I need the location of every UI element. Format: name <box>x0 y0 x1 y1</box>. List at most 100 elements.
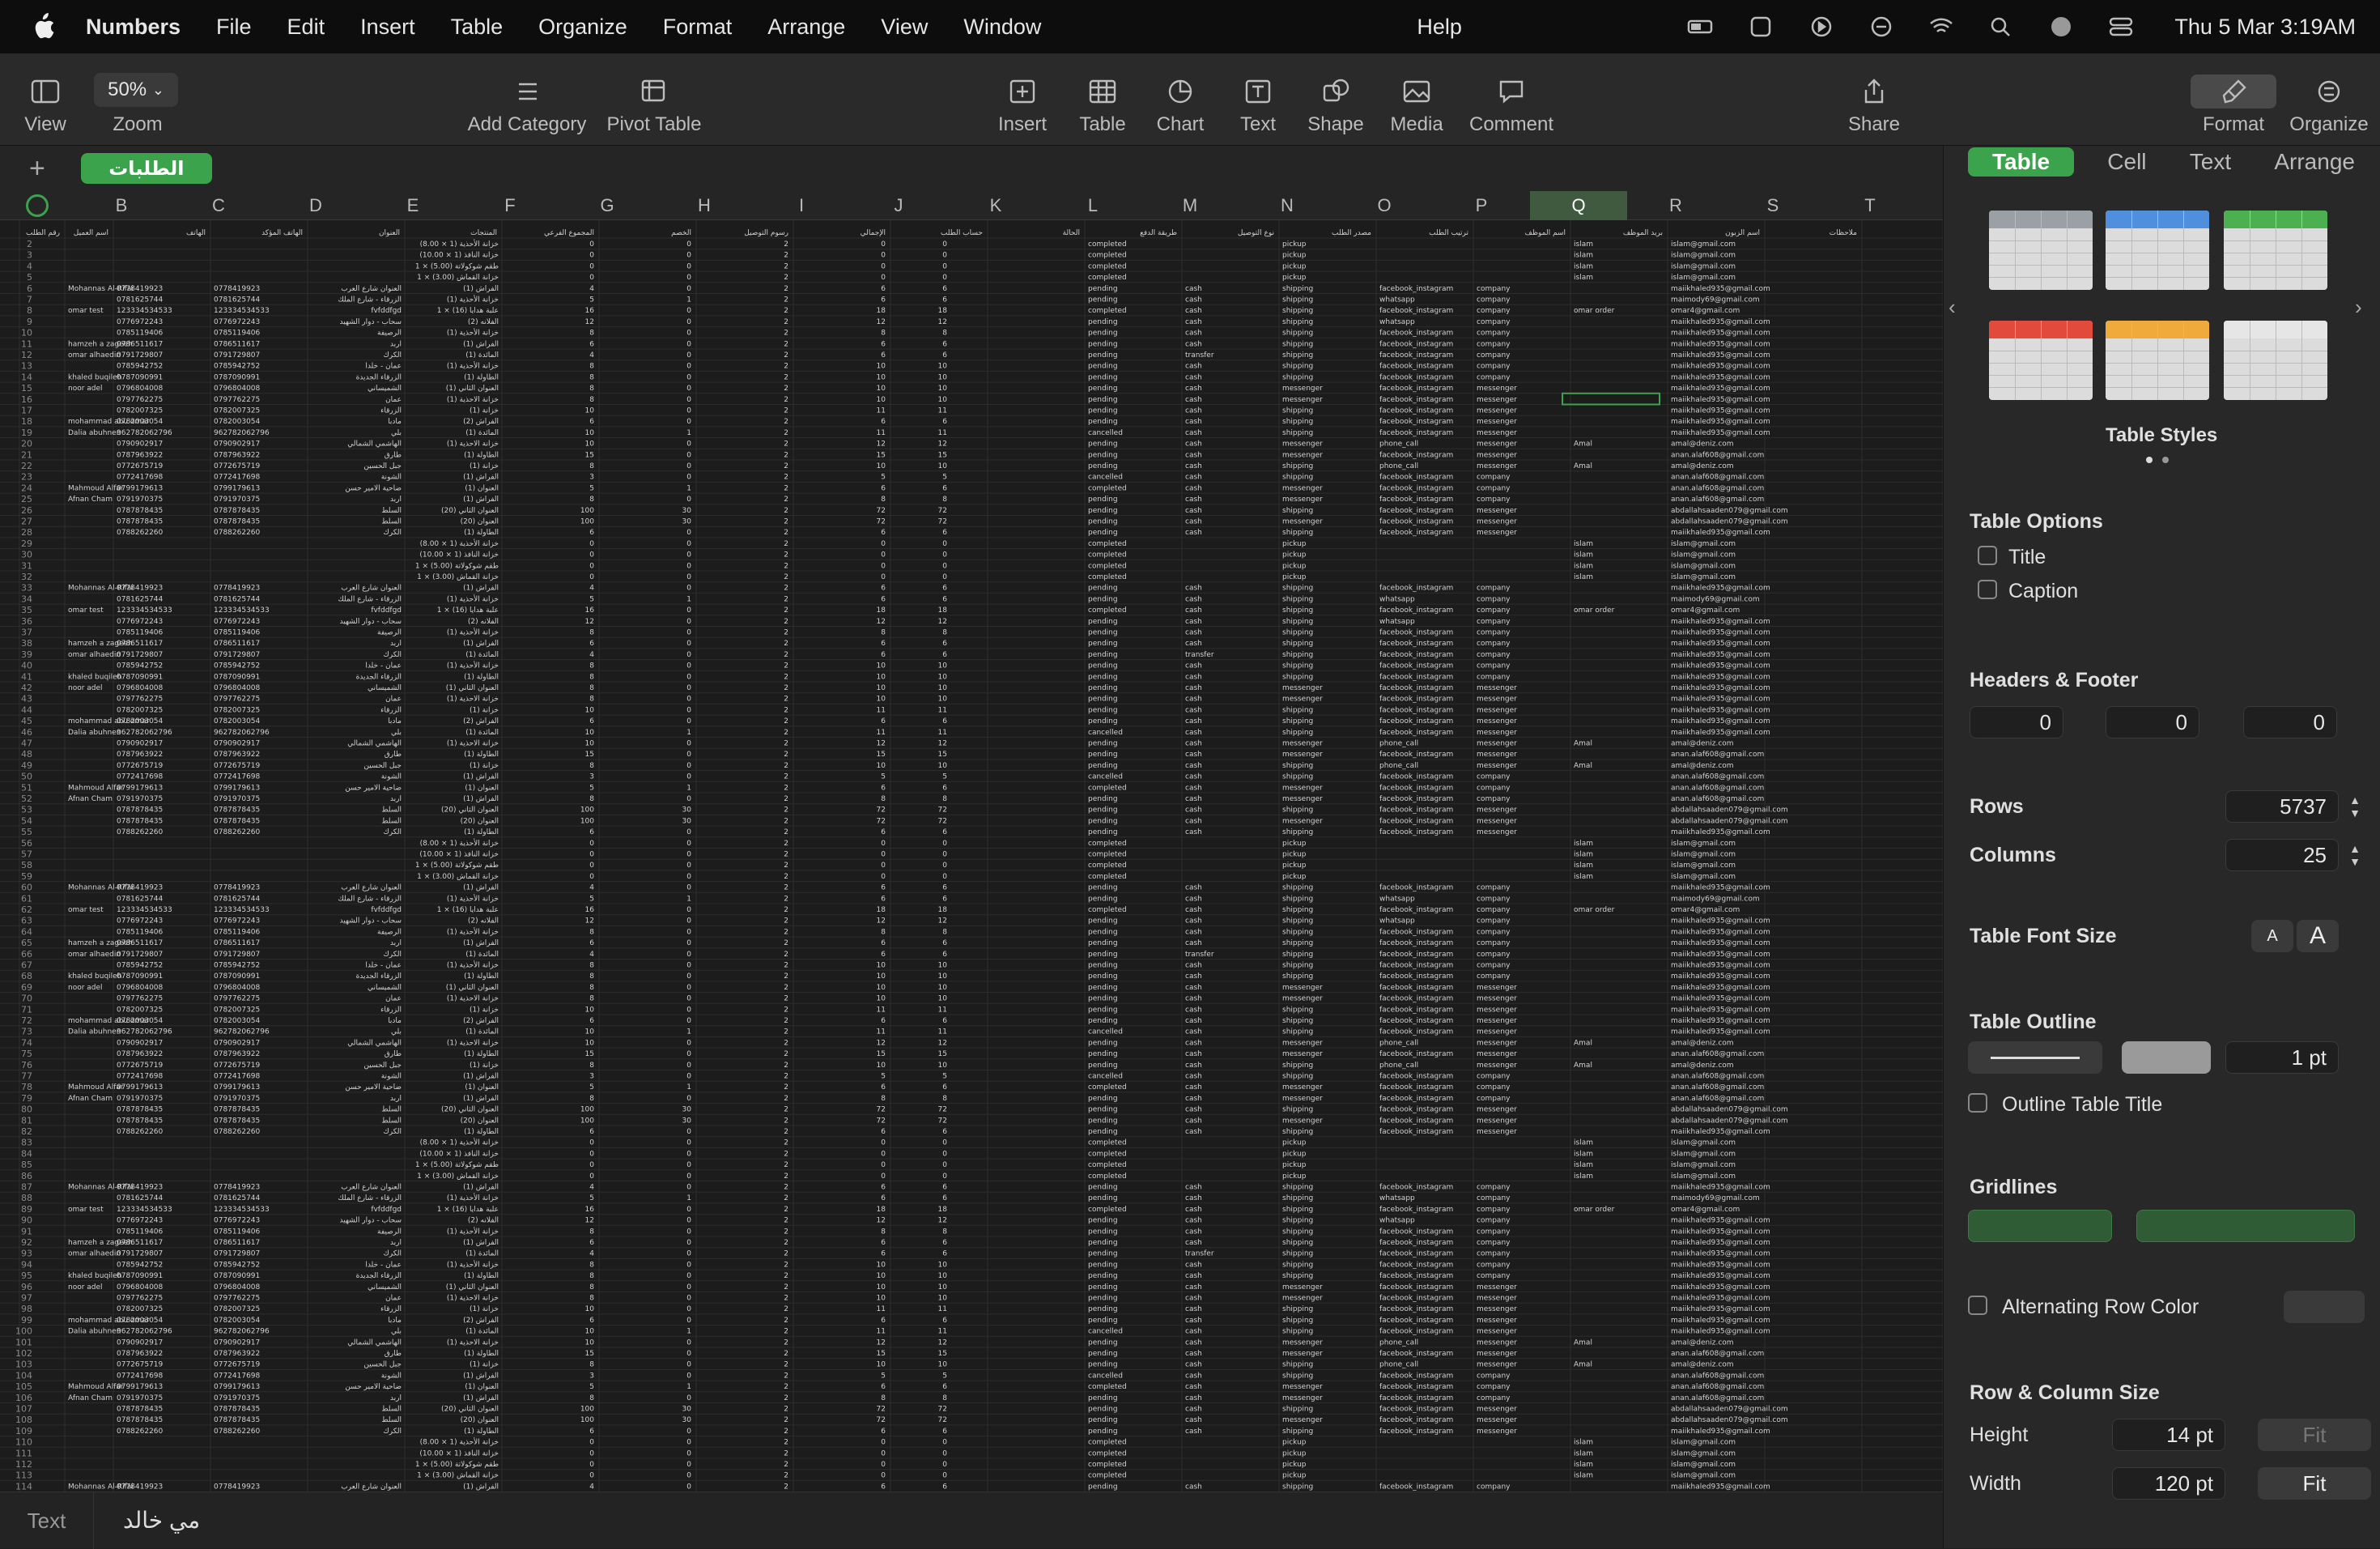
table-row[interactable]: 96 noor adel 0796804008 0796804008 الشميساني… <box>21 1282 1770 1292</box>
table-cell[interactable]: anan.alaf608@gmail.com <box>1671 1083 1764 1092</box>
table-cell[interactable]: العنوان الثاني (20) <box>441 1406 499 1414</box>
table-cell[interactable]: company <box>1477 363 1511 371</box>
row-number[interactable]: 21 <box>21 449 32 460</box>
table-row[interactable]: 41 × طقم شوكولاتة (5.00) 0 0 2 0 0 completed pi… <box>27 261 1736 271</box>
table-row[interactable]: 56 خزانة الأحذية (1 × 8.00) 0 0 2 0 0 completed… <box>21 838 1736 849</box>
table-cell[interactable]: 8 <box>589 696 594 704</box>
table-cell[interactable]: cash <box>1185 373 1202 381</box>
table-cell[interactable]: 2 <box>784 1083 788 1092</box>
table-row[interactable]: 113 1 × خزانة القماش (3.00) 0 0 2 0 0 completed… <box>15 1470 1736 1481</box>
table-cell[interactable]: messenger <box>1477 1006 1517 1014</box>
table-cell[interactable]: 0 <box>686 795 691 803</box>
row-number[interactable]: 32 <box>21 572 32 582</box>
table-cell[interactable]: cash <box>1185 363 1202 371</box>
table-cell[interactable]: الرصيفة <box>377 928 402 936</box>
table-cell[interactable]: 72 <box>877 507 886 515</box>
table-cell[interactable]: amal@deniz.com <box>1671 1062 1734 1070</box>
table-cell[interactable]: 0 <box>881 873 886 881</box>
table-cell[interactable]: 12 <box>938 440 947 449</box>
table-cell[interactable]: 0 <box>942 851 947 859</box>
table-cell[interactable]: anan.alaf608@gmail.com <box>1671 795 1764 803</box>
table-cell[interactable]: Afnan Cham <box>68 1095 113 1103</box>
table-cell[interactable]: shipping <box>1282 662 1313 670</box>
table-cell[interactable]: maiikhaled935@gmail.com <box>1671 385 1770 393</box>
table-cell[interactable]: الكرك <box>383 1250 402 1258</box>
table-cell[interactable]: 0776972243 <box>117 318 163 326</box>
menu-format[interactable]: Format <box>663 15 733 40</box>
row-number[interactable]: 97 <box>21 1293 32 1304</box>
header-cell[interactable]: الحالة <box>1063 229 1080 237</box>
menu-edit[interactable]: Edit <box>287 15 325 40</box>
tab-cell[interactable]: Cell <box>2097 147 2156 177</box>
table-cell[interactable]: omar4@gmail.com <box>1671 1206 1740 1214</box>
screen-mirror-icon[interactable] <box>1867 15 1896 38</box>
table-cell[interactable]: 0791970375 <box>214 1394 260 1402</box>
table-cell[interactable]: 0781625744 <box>117 1194 164 1202</box>
table-cell[interactable]: messenger <box>1477 1017 1517 1025</box>
table-cell[interactable]: 6 <box>881 1239 886 1247</box>
table-cell[interactable]: maiikhaled935@gmail.com <box>1671 363 1770 371</box>
table-cell[interactable]: الفراش (1) <box>463 884 499 892</box>
table-cell[interactable]: 0 <box>686 640 691 648</box>
table-cell[interactable]: 0778419923 <box>214 884 260 892</box>
table-cell[interactable]: 4 <box>589 1250 594 1258</box>
table-cell[interactable]: 0 <box>942 1439 947 1447</box>
table-cell[interactable]: 2 <box>784 285 788 293</box>
table-cell[interactable]: messenger <box>1282 1295 1323 1303</box>
table-cell[interactable]: cash <box>1185 1117 1202 1125</box>
table-cell[interactable]: 0 <box>589 540 594 548</box>
table-row[interactable]: 46 Dalia abuhnen962782062796 962782062796 ب… <box>21 727 1770 738</box>
table-cell[interactable]: 0 <box>686 1472 691 1480</box>
table-cell[interactable]: 10 <box>938 1272 948 1280</box>
table-cell[interactable]: messenger <box>1477 806 1517 815</box>
table-row[interactable]: 58 1 × طقم شوكولاتة (5.00) 0 0 2 0 0 completed p… <box>21 860 1736 870</box>
row-number[interactable]: 2 <box>27 239 32 249</box>
table-cell[interactable]: shipping <box>1282 729 1313 737</box>
table-cell[interactable]: 0 <box>686 662 691 670</box>
table-cell[interactable]: السلط <box>381 1106 402 1114</box>
table-cell[interactable]: 2 <box>784 540 788 548</box>
row-number[interactable]: 11 <box>21 338 32 349</box>
table-cell[interactable]: 11 <box>938 407 947 415</box>
table-cell[interactable]: abdallahsaaden079@gmail.com <box>1671 1416 1788 1424</box>
table-cell[interactable]: facebook_instagram <box>1379 1028 1453 1036</box>
table-cell[interactable]: الفراش (1) <box>463 474 499 482</box>
table-cell[interactable]: facebook_instagram <box>1379 585 1453 593</box>
table-cell[interactable]: pending <box>1088 363 1118 371</box>
table-cell[interactable]: الطاولة (1) <box>464 1428 499 1436</box>
table-cell[interactable]: 10 <box>877 995 886 1003</box>
table-cell[interactable]: company <box>1477 318 1511 326</box>
table-cell[interactable]: facebook_instagram <box>1379 407 1453 415</box>
table-cell[interactable]: 2 <box>784 307 788 315</box>
table-cell[interactable]: السلط <box>381 1406 402 1414</box>
table-cell[interactable]: 6 <box>942 895 947 903</box>
table-cell[interactable]: 0 <box>589 551 594 560</box>
table-cell[interactable]: facebook_instagram <box>1379 429 1453 437</box>
table-cell[interactable]: 0786511617 <box>214 939 260 947</box>
table-cell[interactable]: pending <box>1088 640 1118 648</box>
insert-button[interactable]: Insert <box>992 53 1052 146</box>
table-cell[interactable]: maiikhaled935@gmail.com <box>1671 585 1770 593</box>
row-number[interactable]: 53 <box>21 805 32 815</box>
table-cell[interactable]: 8 <box>589 1283 594 1292</box>
table-cell[interactable]: maiikhaled935@gmail.com <box>1671 917 1770 926</box>
table-cell[interactable]: cash <box>1185 795 1202 803</box>
add-sheet-icon[interactable]: + <box>29 153 45 185</box>
table-cell[interactable]: الفراش (1) <box>463 1483 499 1491</box>
table-cell[interactable]: 2 <box>784 451 788 459</box>
table-cell[interactable]: 0772675719 <box>214 462 261 470</box>
table-cell[interactable]: shipping <box>1282 307 1313 315</box>
table-cell[interactable]: facebook_instagram <box>1379 1483 1453 1491</box>
table-cell[interactable]: 12 <box>877 740 886 748</box>
table-cell[interactable]: maimody69@gmail.com <box>1671 1194 1760 1202</box>
table-cell[interactable]: cash <box>1185 773 1202 781</box>
table-cell[interactable]: messenger <box>1477 1039 1517 1047</box>
table-cell[interactable]: 0790902917 <box>214 1039 260 1047</box>
table-cell[interactable]: messenger <box>1477 984 1517 992</box>
table-cell[interactable]: facebook_instagram <box>1379 373 1453 381</box>
table-cell[interactable]: messenger <box>1477 1416 1517 1424</box>
table-row[interactable]: 10 0785119406 0785119406 الرصيفة خزانة الأحذ… <box>21 328 1770 338</box>
table-cell[interactable]: 12 <box>938 1338 947 1347</box>
menu-arrange[interactable]: Arrange <box>767 15 845 40</box>
table-cell[interactable]: facebook_instagram <box>1379 1261 1453 1269</box>
